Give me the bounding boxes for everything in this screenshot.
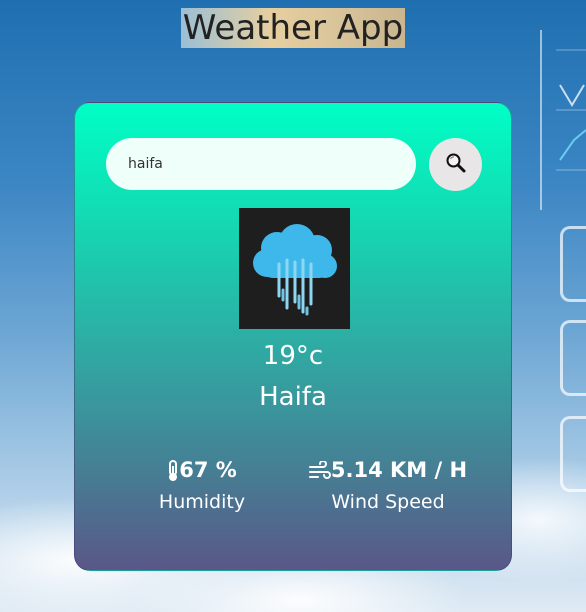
background-chart	[540, 30, 586, 210]
search-input[interactable]	[106, 138, 416, 190]
wind-icon	[308, 460, 331, 479]
humidity-value: 67 %	[179, 458, 237, 482]
background-card	[560, 226, 586, 302]
background-card	[560, 320, 586, 396]
search-icon	[446, 153, 465, 173]
wind-value: 5.14 KM / H	[330, 458, 468, 482]
search-button[interactable]	[429, 138, 482, 191]
weather-image	[239, 208, 350, 329]
background-card	[560, 416, 586, 492]
wind-label: Wind Speed	[331, 491, 445, 513]
humidity-label: Humidity	[158, 491, 246, 513]
weather-card: 19°c Haifa 67 % Humidity 5.14 KM / H Win…	[74, 102, 512, 571]
wind-stat: 5.14 KM / H Wind Speed	[303, 455, 473, 513]
humidity-stat: 67 % Humidity	[147, 455, 257, 513]
rain-cloud-icon	[253, 224, 337, 316]
app-title: Weather App	[180, 8, 406, 48]
temperature: 19°c	[262, 341, 324, 371]
thermometer-icon	[169, 460, 178, 481]
city-name: Haifa	[259, 382, 327, 412]
